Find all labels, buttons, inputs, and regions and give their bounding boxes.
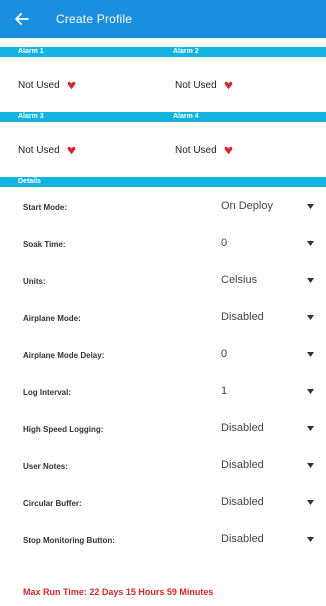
alarm-2-select[interactable]: Not Used — [175, 80, 233, 91]
setting-value: Disabled — [221, 459, 264, 471]
dropdown-caret-icon[interactable] — [307, 278, 314, 283]
setting-value: 0 — [221, 348, 228, 360]
alarm-header-bar-1: Alarm 1 Alarm 2 — [0, 47, 326, 57]
dropdown-caret-icon[interactable] — [307, 352, 314, 357]
setting-row-high-speed-logging[interactable]: High Speed Logging: Disabled — [0, 413, 326, 450]
alarm-2-value: Not Used — [175, 80, 217, 91]
alarm-4-label: Alarm 4 — [173, 113, 199, 120]
app-bar: Create Profile — [0, 0, 326, 38]
setting-row-soak-time[interactable]: Soak Time: 0 — [0, 228, 326, 265]
alarm-4-select[interactable]: Not Used — [175, 145, 233, 156]
setting-value: Disabled — [221, 496, 264, 508]
alarm-row-2: Not Used Not Used — [0, 132, 326, 170]
setting-value: Disabled — [221, 311, 264, 323]
setting-value: 0 — [221, 237, 228, 249]
dropdown-caret-icon[interactable] — [307, 204, 314, 209]
alarm-1-label: Alarm 1 — [18, 48, 44, 55]
alarm-row-1: Not Used Not Used — [0, 67, 326, 105]
setting-label: Soak Time: — [23, 240, 66, 249]
alarm-2-label: Alarm 2 — [173, 48, 199, 55]
setting-row-circular-buffer[interactable]: Circular Buffer: Disabled — [0, 487, 326, 524]
details-label: Details — [18, 178, 41, 185]
heart-caret-icon — [224, 81, 233, 90]
setting-label: Airplane Mode Delay: — [23, 351, 105, 360]
setting-label: Airplane Mode: — [23, 314, 81, 323]
setting-label: Stop Monitoring Button: — [23, 536, 115, 545]
alarm-4-value: Not Used — [175, 145, 217, 156]
setting-label: Circular Buffer: — [23, 499, 82, 508]
setting-label: User Notes: — [23, 462, 68, 471]
setting-row-stop-monitoring-button[interactable]: Stop Monitoring Button: Disabled — [0, 524, 326, 561]
setting-label: High Speed Logging: — [23, 425, 104, 434]
setting-value: Disabled — [221, 422, 264, 434]
setting-row-airplane-mode-delay[interactable]: Airplane Mode Delay: 0 — [0, 339, 326, 376]
setting-row-airplane-mode[interactable]: Airplane Mode: Disabled — [0, 302, 326, 339]
dropdown-caret-icon[interactable] — [307, 463, 314, 468]
setting-row-log-interval[interactable]: Log Interval: 1 — [0, 376, 326, 413]
setting-value: 1 — [221, 385, 228, 397]
setting-row-user-notes[interactable]: User Notes: Disabled — [0, 450, 326, 487]
alarm-3-label: Alarm 3 — [18, 113, 44, 120]
alarm-1-value: Not Used — [18, 80, 60, 91]
dropdown-caret-icon[interactable] — [307, 389, 314, 394]
alarm-3-select[interactable]: Not Used — [18, 145, 76, 156]
setting-row-start-mode[interactable]: Start Mode: On Deploy — [0, 191, 326, 228]
dropdown-caret-icon[interactable] — [307, 241, 314, 246]
back-arrow-icon[interactable] — [14, 11, 30, 27]
alarm-3-value: Not Used — [18, 145, 60, 156]
max-run-time-text: Max Run Time: 22 Days 15 Hours 59 Minute… — [23, 587, 214, 597]
setting-label: Log Interval: — [23, 388, 72, 397]
dropdown-caret-icon[interactable] — [307, 500, 314, 505]
heart-caret-icon — [224, 146, 233, 155]
alarm-1-select[interactable]: Not Used — [18, 80, 76, 91]
setting-row-units[interactable]: Units: Celsius — [0, 265, 326, 302]
dropdown-caret-icon[interactable] — [307, 426, 314, 431]
setting-value: On Deploy — [221, 200, 273, 212]
setting-label: Start Mode: — [23, 203, 67, 212]
setting-value: Celsius — [221, 274, 258, 286]
dropdown-caret-icon[interactable] — [307, 315, 314, 320]
heart-caret-icon — [67, 81, 76, 90]
heart-caret-icon — [67, 146, 76, 155]
setting-value: Disabled — [221, 533, 264, 545]
details-header-bar: Details — [0, 177, 326, 187]
alarm-header-bar-2: Alarm 3 Alarm 4 — [0, 112, 326, 122]
dropdown-caret-icon[interactable] — [307, 537, 314, 542]
page-title: Create Profile — [56, 12, 133, 26]
setting-label: Units: — [23, 277, 46, 286]
